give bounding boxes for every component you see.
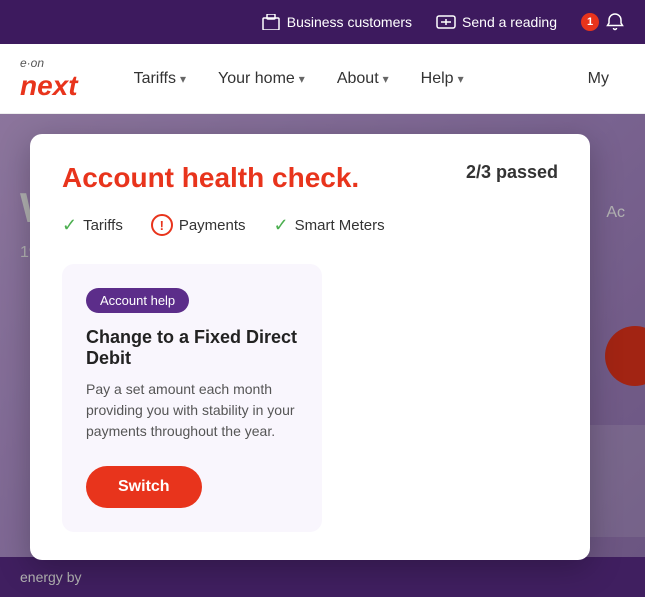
notification-bell[interactable]: 1 <box>581 12 625 32</box>
switch-button[interactable]: Switch <box>86 466 202 508</box>
logo-next: next <box>20 70 78 102</box>
chevron-down-icon: ▾ <box>180 72 186 86</box>
send-reading-label: Send a reading <box>462 14 557 30</box>
nav-item-tariffs[interactable]: Tariffs ▾ <box>118 44 202 114</box>
send-reading-link[interactable]: Send a reading <box>436 12 557 32</box>
card-description: Pay a set amount each month providing yo… <box>86 379 298 442</box>
account-help-badge: Account help <box>86 288 189 313</box>
logo-eon: e·on <box>20 56 78 70</box>
help-card: Account help Change to a Fixed Direct De… <box>62 264 322 532</box>
chevron-down-icon: ▾ <box>383 72 389 86</box>
nav-item-about[interactable]: About ▾ <box>321 44 405 114</box>
logo[interactable]: e·on next <box>20 56 78 102</box>
nav-bar: e·on next Tariffs ▾ Your home ▾ About ▾ … <box>0 44 645 114</box>
business-customers-label: Business customers <box>287 14 412 30</box>
check-item-tariffs: ✓ Tariffs <box>62 215 123 236</box>
main-content: Wo 192 G Ac t paym payme ment is s after… <box>0 114 645 597</box>
nav-about-label: About <box>337 70 379 88</box>
chevron-down-icon: ▾ <box>299 72 305 86</box>
business-icon <box>261 12 281 32</box>
check-payments-label: Payments <box>179 217 246 234</box>
nav-item-my[interactable]: My <box>572 44 625 114</box>
nav-links: Tariffs ▾ Your home ▾ About ▾ Help ▾ My <box>118 44 625 114</box>
chevron-down-icon: ▾ <box>458 72 464 86</box>
top-bar: Business customers Send a reading 1 <box>0 0 645 44</box>
card-title: Change to a Fixed Direct Debit <box>86 327 298 369</box>
meter-icon <box>436 12 456 32</box>
check-tariffs-label: Tariffs <box>83 217 123 234</box>
passed-badge: 2/3 passed <box>466 162 558 183</box>
nav-help-label: Help <box>421 70 454 88</box>
modal-header: Account health check. 2/3 passed <box>62 162 558 194</box>
check-items: ✓ Tariffs ! Payments ✓ Smart Meters <box>62 214 558 236</box>
check-smart-meters-label: Smart Meters <box>295 217 385 234</box>
nav-item-help[interactable]: Help ▾ <box>405 44 480 114</box>
modal-title: Account health check. <box>62 162 359 194</box>
nav-tariffs-label: Tariffs <box>134 70 176 88</box>
check-item-smart-meters: ✓ Smart Meters <box>274 215 385 236</box>
check-warn-icon: ! <box>151 214 173 236</box>
business-customers-link[interactable]: Business customers <box>261 12 412 32</box>
nav-your-home-label: Your home <box>218 70 295 88</box>
nav-my-label: My <box>588 70 609 88</box>
check-pass-icon: ✓ <box>62 215 77 236</box>
notification-count: 1 <box>581 13 599 31</box>
health-check-modal: Account health check. 2/3 passed ✓ Tarif… <box>30 134 590 560</box>
nav-item-your-home[interactable]: Your home ▾ <box>202 44 321 114</box>
check-pass-icon: ✓ <box>274 215 289 236</box>
modal-overlay: Account health check. 2/3 passed ✓ Tarif… <box>0 114 645 597</box>
check-item-payments: ! Payments <box>151 214 246 236</box>
